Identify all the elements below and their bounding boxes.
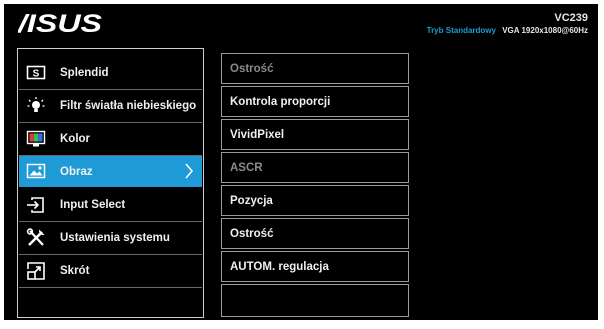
status-line: Tryb Standardowy VGA 1920x1080@60Hz: [427, 26, 588, 35]
menu-item-label: Filtr światła niebieskiego: [60, 99, 197, 112]
model-name: VC239: [554, 12, 588, 24]
menu-divider: [19, 287, 202, 288]
submenu-item-vividpixel[interactable]: VividPixel: [221, 119, 409, 150]
submenu-item-auto-adjust[interactable]: AUTOM. regulacja: [221, 251, 409, 282]
chevron-right-icon: [185, 163, 194, 179]
tools-icon: [26, 227, 46, 248]
menu-item-color[interactable]: Kolor: [19, 123, 202, 154]
menu-item-blue-light-filter[interactable]: Filtr światła niebieskiego: [19, 90, 202, 121]
osd-header: /ISUS VC239 Tryb Standardowy VGA 1920x10…: [4, 4, 598, 44]
input-icon: [26, 195, 46, 215]
submenu-item-ascr[interactable]: ASCR: [221, 152, 409, 183]
menu-item-label: Kolor: [60, 132, 91, 145]
bulb-icon: [26, 96, 46, 116]
svg-text:/ISUS: /ISUS: [18, 10, 102, 36]
mode-label: Tryb Standardowy: [426, 26, 496, 35]
asus-logo: /ISUS: [18, 10, 102, 36]
main-menu: S Splendid Filtr światła niebieskiego Ko…: [17, 48, 204, 318]
menu-item-label: Skrót: [60, 264, 90, 277]
menu-item-input-select[interactable]: Input Select: [19, 189, 202, 220]
submenu-item-position[interactable]: Pozycja: [221, 185, 409, 216]
signal-label: VGA 1920x1080@60Hz: [502, 26, 588, 35]
menu-item-image[interactable]: Obraz: [19, 156, 202, 187]
menu-item-label: Splendid: [60, 66, 109, 79]
submenu-item-focus[interactable]: Ostrość: [221, 218, 409, 249]
splendid-icon: S: [26, 63, 46, 83]
menu-item-shortcut[interactable]: Skrót: [19, 255, 202, 286]
shortcut-icon: [26, 261, 46, 281]
menu-item-system-setup[interactable]: Ustawienia systemu: [19, 222, 202, 253]
submenu-item-sharpness-disabled[interactable]: Ostrość: [221, 53, 409, 84]
submenu-item-empty: [221, 284, 409, 317]
menu-item-splendid[interactable]: S Splendid: [19, 57, 202, 88]
menu-item-label: Ustawienia systemu: [60, 231, 170, 244]
menu-item-label: Input Select: [60, 198, 126, 211]
image-icon: [26, 162, 46, 182]
color-icon: [26, 129, 46, 149]
osd-panel: /ISUS VC239 Tryb Standardowy VGA 1920x10…: [4, 4, 598, 320]
submenu-item-aspect-control[interactable]: Kontrola proporcji: [221, 86, 409, 117]
submenu: Ostrość Kontrola proporcji VividPixel AS…: [221, 53, 409, 317]
svg-text:S: S: [33, 68, 40, 79]
menu-item-label: Obraz: [60, 165, 93, 178]
